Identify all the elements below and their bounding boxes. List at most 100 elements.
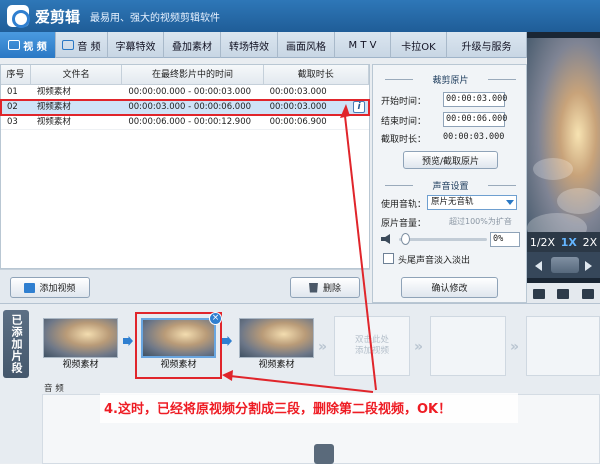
- audio-track-title: 音 频: [44, 384, 64, 394]
- cell-filename: 视频素材: [36, 102, 71, 112]
- cell-duration: 00:00:06.900: [269, 117, 327, 127]
- volume-label: 原片音量：: [381, 219, 427, 229]
- app-name: 爱剪辑: [35, 7, 81, 26]
- confirm-changes-button[interactable]: 确认修改: [401, 277, 498, 298]
- volume-input[interactable]: 0%: [490, 232, 520, 247]
- clip-thumbnail: [43, 318, 118, 358]
- speed-normal[interactable]: 1X: [561, 236, 577, 249]
- tab-picture-style[interactable]: 画面风格: [278, 32, 335, 58]
- film-icon: [24, 282, 36, 293]
- chevron-right-icon: »: [318, 339, 328, 355]
- info-icon[interactable]: i: [353, 101, 365, 113]
- empty-clip-slot[interactable]: 双击此处 添加视频: [334, 316, 410, 376]
- audio-track-select[interactable]: 原片无音轨: [427, 195, 517, 210]
- delete-button[interactable]: 删除: [290, 277, 360, 298]
- save-icon[interactable]: [581, 289, 594, 299]
- audio-track-value: 原片无音轨: [431, 197, 474, 207]
- scissors-icon[interactable]: [314, 444, 334, 464]
- rewind-icon[interactable]: [535, 261, 542, 271]
- clip-action-bar: 添加视频 删除: [0, 269, 370, 303]
- preview-toolbar: [527, 283, 600, 305]
- arrow-right-icon: [123, 336, 133, 346]
- clip-thumbnail: [141, 318, 216, 358]
- table-header: 序号 文件名 在最终影片中的时间 截取时长: [1, 65, 369, 85]
- tab-karaoke[interactable]: 卡拉OK: [391, 32, 447, 58]
- speed-double[interactable]: 2X: [583, 236, 598, 249]
- tab-transition-effects[interactable]: 转场特效: [221, 32, 278, 58]
- add-video-button[interactable]: 添加视频: [10, 277, 90, 298]
- chevron-down-icon: [506, 200, 514, 205]
- main-tab-bar: 视 频 音 频 字幕特效 叠加素材 转场特效 画面风格 M T V 卡拉OK 升…: [0, 32, 527, 58]
- fade-label: 头尾声音淡入淡出: [398, 256, 471, 266]
- cell-time: 00:00:06.000 - 00:00:12.900: [128, 117, 252, 127]
- speaker-icon: [381, 234, 390, 244]
- clip-name: 视频素材: [258, 360, 295, 370]
- add-video-label: 添加视频: [39, 284, 76, 294]
- chevron-right-icon: »: [414, 339, 424, 355]
- table-row-selected[interactable]: 02 视频素材 00:00:03.000 - 00:00:06.000 00:0…: [0, 99, 370, 116]
- tab-mtv[interactable]: M T V: [335, 32, 391, 58]
- audio-track-label: 使用音轨：: [381, 200, 427, 210]
- chevron-right-icon: »: [510, 339, 520, 355]
- column-header-index: 序号: [1, 65, 31, 85]
- end-time-label: 结束时间：: [381, 117, 427, 127]
- clip-settings-panel: 裁剪原片 开始时间： 00:00:03.000 结束时间： 00:00:06.0…: [372, 64, 527, 303]
- delete-label: 删除: [322, 284, 341, 294]
- empty-clip-slot[interactable]: [430, 316, 506, 376]
- tab-upgrade-service[interactable]: 升级与服务: [447, 32, 527, 58]
- new-project-icon[interactable]: [533, 289, 546, 299]
- close-icon[interactable]: ×: [209, 312, 222, 325]
- app-logo-icon: [7, 5, 30, 28]
- clip-name: 视频素材: [62, 360, 99, 370]
- timeline-clip[interactable]: 视频素材: [43, 318, 118, 373]
- added-clips-label: 已添加片段: [3, 310, 29, 378]
- preview-frame: [527, 38, 600, 252]
- music-icon: [62, 40, 75, 50]
- tab-overlay-material[interactable]: 叠加素材: [164, 32, 221, 58]
- column-header-time: 在最终影片中的时间: [122, 65, 264, 85]
- end-time-input[interactable]: 00:00:06.000: [443, 112, 507, 127]
- title-bar: 爱剪辑 最易用、强大的视频剪辑软件: [0, 0, 600, 32]
- cell-time: 00:00:03.000 - 00:00:06.000: [128, 102, 252, 112]
- column-header-duration: 截取时长: [264, 65, 369, 85]
- clip-section-title: 裁剪原片: [381, 73, 520, 86]
- clip-list-table: 序号 文件名 在最终影片中的时间 截取时长 01 视频素材 00:00:00.0…: [0, 64, 370, 269]
- column-header-filename: 文件名: [31, 65, 123, 85]
- clip-name: 视频素材: [160, 360, 197, 370]
- volume-slider[interactable]: [399, 238, 487, 241]
- clip-thumbnail: [239, 318, 314, 358]
- app-slogan: 最易用、强大的视频剪辑软件: [90, 12, 221, 24]
- open-folder-icon[interactable]: [557, 289, 570, 299]
- cell-time: 00:00:00.000 - 00:00:03.000: [128, 87, 252, 97]
- player-controls: [527, 252, 600, 278]
- start-time-label: 开始时间：: [381, 97, 427, 107]
- tab-subtitle-effects[interactable]: 字幕特效: [108, 32, 164, 58]
- tab-video[interactable]: 视 频: [0, 32, 56, 58]
- timeline-panel: 已添加片段 视频素材 × 视频素材 视频素材 » 双击此处 添加视频 » » 音…: [0, 303, 600, 464]
- clip-duration-label: 截取时长：: [381, 135, 427, 145]
- table-row[interactable]: 03 视频素材 00:00:06.000 - 00:00:12.900 00:0…: [1, 115, 369, 130]
- start-time-input[interactable]: 00:00:03.000: [443, 92, 507, 107]
- playback-speed-bar: 1/2X 1X 2X: [527, 232, 600, 252]
- fast-forward-icon[interactable]: [585, 261, 592, 271]
- table-row[interactable]: 01 视频素材 00:00:00.000 - 00:00:03.000 00:0…: [1, 85, 369, 100]
- cell-index: 03: [7, 117, 18, 127]
- cell-index: 02: [7, 102, 18, 112]
- volume-hint: 超过100%为扩音: [449, 217, 512, 226]
- film-icon: [8, 40, 21, 50]
- preview-clip-button[interactable]: 预览/截取原片: [403, 151, 498, 169]
- cell-filename: 视频素材: [36, 87, 71, 97]
- tab-audio[interactable]: 音 频: [56, 32, 108, 58]
- cell-index: 01: [7, 87, 18, 97]
- fade-checkbox[interactable]: [383, 253, 394, 264]
- timeline-clip-selected[interactable]: × 视频素材: [135, 312, 222, 379]
- clip-duration-value: 00:00:03.000: [443, 132, 505, 142]
- cell-filename: 视频素材: [36, 117, 71, 127]
- cell-duration: 00:00:03.000: [269, 87, 327, 97]
- volume-slider-handle[interactable]: [401, 233, 410, 245]
- jog-wheel[interactable]: [551, 257, 579, 273]
- trash-icon: [308, 282, 318, 293]
- speed-half[interactable]: 1/2X: [530, 236, 555, 249]
- timeline-clip[interactable]: 视频素材: [239, 318, 314, 373]
- empty-clip-slot[interactable]: [526, 316, 600, 376]
